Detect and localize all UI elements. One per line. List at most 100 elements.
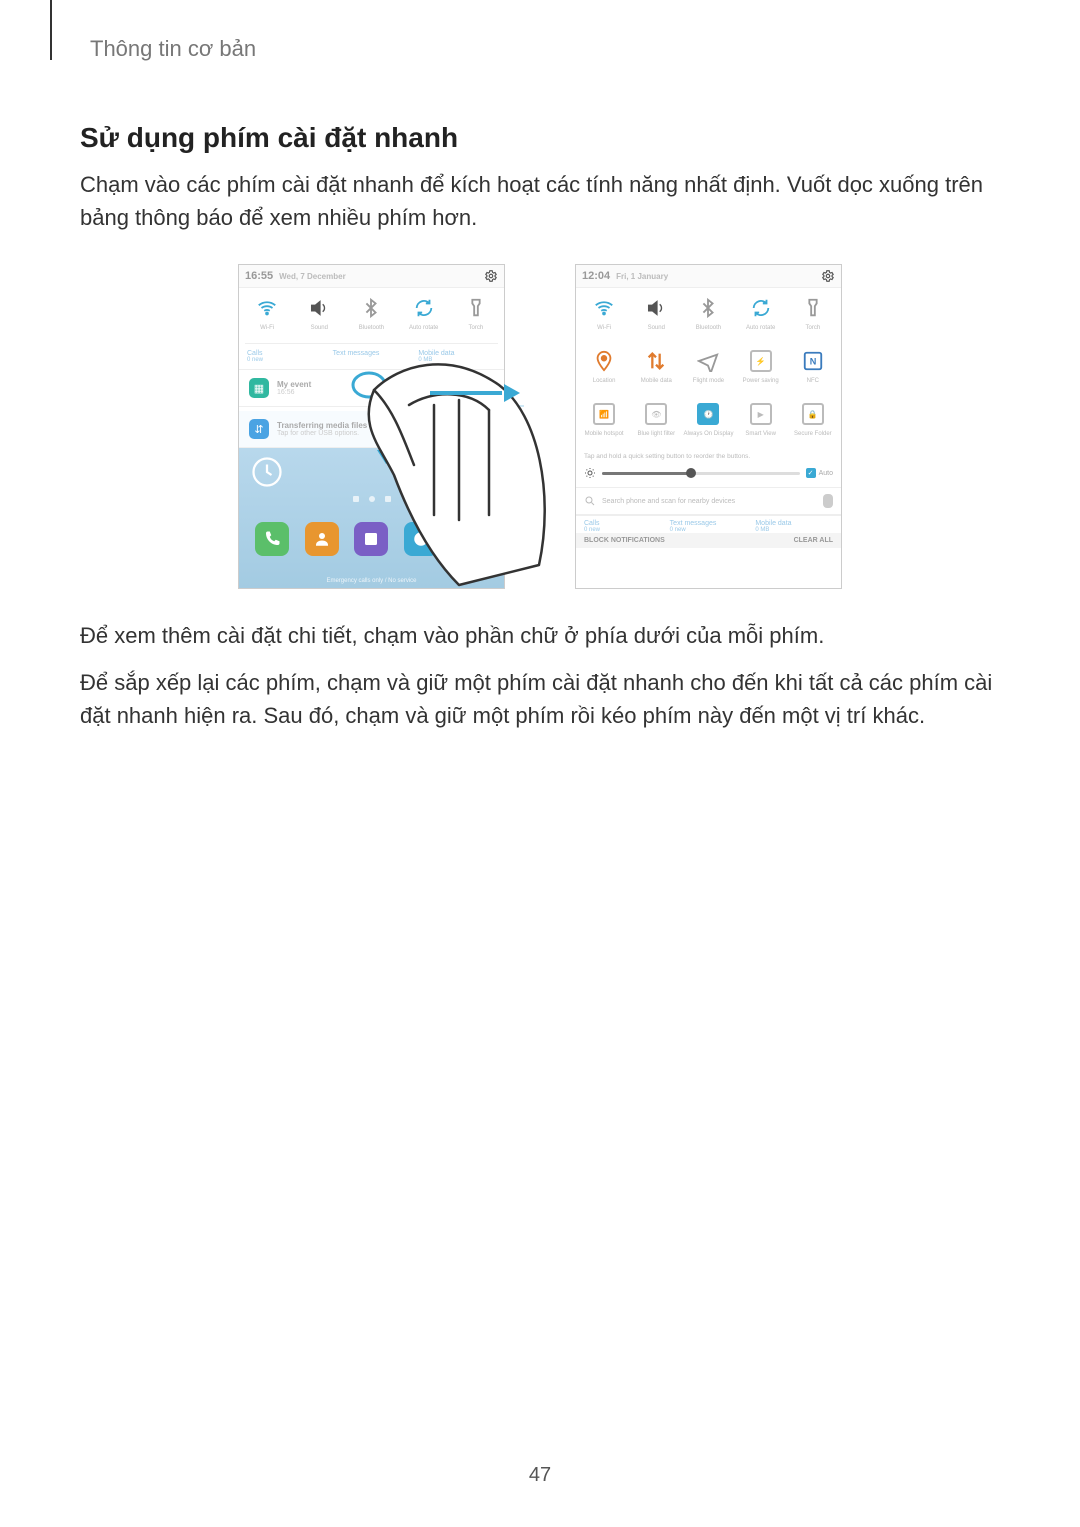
- qs-rotate[interactable]: Auto rotate: [735, 294, 787, 339]
- paragraph-detail-settings: Để xem thêm cài đặt chi tiết, chạm vào p…: [80, 619, 1000, 652]
- usage-texts[interactable]: Text messages0 new: [666, 520, 752, 533]
- browser-app-icon[interactable]: [404, 522, 438, 556]
- usage-title: Mobile data: [418, 350, 454, 357]
- brightness-slider[interactable]: ✓ Auto: [576, 463, 841, 488]
- gallery-app-icon[interactable]: [354, 522, 388, 556]
- clock-widget-icon: [249, 454, 285, 490]
- home-icon[interactable]: [369, 496, 375, 502]
- qs-label[interactable]: Power saving: [743, 378, 779, 392]
- phone-app-icon[interactable]: [255, 522, 289, 556]
- usage-strip: Calls0 new Text messages0 new Mobile dat…: [576, 515, 841, 533]
- qs-label[interactable]: Sound: [311, 325, 328, 339]
- qs-flight-mode[interactable]: Flight mode: [682, 347, 734, 392]
- folder-lock-icon: 🔒: [799, 400, 827, 428]
- qs-label[interactable]: Wi-Fi: [597, 325, 611, 339]
- qs-secure-folder[interactable]: 🔒 Secure Folder: [787, 400, 839, 445]
- sound-icon: [305, 294, 333, 322]
- home-dock: Emergency calls only / No service: [239, 448, 504, 588]
- usage-sub: 0 MB: [418, 357, 432, 363]
- qs-label[interactable]: Sound: [648, 325, 665, 339]
- rotate-icon: [410, 294, 438, 322]
- qs-power-saving[interactable]: ⚡ Power saving: [735, 347, 787, 392]
- slider-track[interactable]: [602, 472, 800, 475]
- swipe-down-arrow-icon: [379, 405, 391, 465]
- qs-hotspot[interactable]: 📶Mobile hotspot: [578, 400, 630, 445]
- qs-label[interactable]: Flight mode: [693, 378, 724, 392]
- auto-brightness-toggle[interactable]: ✓ Auto: [806, 468, 833, 478]
- qs-sound[interactable]: Sound: [630, 294, 682, 339]
- quick-settings-row-1: Wi-Fi Sound Bluetooth Auto rotate Torch: [576, 288, 841, 341]
- quick-settings-row-3: 📶Mobile hotspot 👁Blue light filter 🕐 Alwa…: [576, 394, 841, 447]
- qs-label[interactable]: Always On Display: [683, 431, 733, 445]
- qs-label[interactable]: Smart View: [745, 431, 776, 445]
- qs-blue-light[interactable]: 👁Blue light filter: [630, 400, 682, 445]
- date-text: Fri, 1 January: [616, 272, 821, 281]
- nav-buttons[interactable]: [239, 496, 504, 502]
- brightness-icon: [584, 467, 596, 479]
- qs-label[interactable]: Auto rotate: [409, 325, 438, 339]
- paragraph-reorder: Để sắp xếp lại các phím, chạm và giữ một…: [80, 666, 1000, 732]
- section-title: Sử dụng phím cài đặt nhanh: [80, 122, 1000, 154]
- emergency-text: Emergency calls only / No service: [239, 578, 504, 584]
- qs-label[interactable]: Bluetooth: [359, 325, 384, 339]
- usage-strip: Calls 0 new Text messages Mobile data 0 …: [239, 346, 504, 370]
- block-notifications-button[interactable]: BLOCK NOTIFICATIONS: [584, 537, 665, 544]
- search-bar[interactable]: Search phone and scan for nearby devices: [576, 488, 841, 515]
- qs-sound[interactable]: Sound: [293, 294, 345, 339]
- usage-data[interactable]: Mobile data 0 MB: [414, 350, 500, 363]
- annotation-underline: [379, 405, 524, 407]
- qs-label[interactable]: Wi-Fi: [260, 325, 274, 339]
- qs-label[interactable]: Bluetooth: [696, 325, 721, 339]
- settings-gear-icon[interactable]: [821, 269, 835, 283]
- header-rule: [50, 0, 52, 60]
- qs-aod[interactable]: 🕐 Always On Display: [682, 400, 734, 445]
- clock-text: 12:04: [582, 270, 610, 282]
- qs-torch[interactable]: Torch: [450, 294, 502, 339]
- usage-title: Calls: [247, 350, 263, 357]
- qs-label[interactable]: Mobile data: [641, 378, 672, 392]
- qs-nfc[interactable]: NNFC: [787, 347, 839, 392]
- clock-icon: 🕐: [694, 400, 722, 428]
- qs-label[interactable]: Location: [593, 378, 616, 392]
- qs-wifi[interactable]: Wi-Fi: [578, 294, 630, 339]
- checkbox-icon: ✓: [806, 468, 816, 478]
- battery-icon: ⚡: [747, 347, 775, 375]
- qs-location[interactable]: Location: [578, 347, 630, 392]
- page-number: 47: [0, 1464, 1080, 1487]
- usage-calls[interactable]: Calls 0 new: [243, 350, 329, 363]
- back-icon[interactable]: [385, 496, 391, 502]
- qs-label[interactable]: Blue light filter: [637, 431, 675, 445]
- qs-label[interactable]: Mobile hotspot: [585, 431, 624, 445]
- qs-wifi[interactable]: Wi-Fi: [241, 294, 293, 339]
- notif-title: My event: [277, 380, 311, 389]
- settings-gear-icon[interactable]: [484, 269, 498, 283]
- qs-label[interactable]: NFC: [807, 378, 819, 392]
- qs-smart-view[interactable]: ▶Smart View: [735, 400, 787, 445]
- usage-texts[interactable]: Text messages: [329, 350, 415, 363]
- mic-icon[interactable]: [823, 494, 833, 508]
- quick-settings-row: Wi-Fi Sound Bluetooth: [239, 288, 504, 341]
- contacts-app-icon[interactable]: [305, 522, 339, 556]
- notification-text: My event 16:56: [277, 380, 311, 396]
- apps-drawer-icon[interactable]: [454, 522, 488, 556]
- qs-label[interactable]: Auto rotate: [746, 325, 775, 339]
- qs-label[interactable]: Secure Folder: [794, 431, 832, 445]
- quick-settings-row-2: Location Mobile data Flight mode ⚡ Power …: [576, 341, 841, 394]
- recent-icon[interactable]: [353, 496, 359, 502]
- phone-screenshot-expanded: 12:04 Fri, 1 January Wi-Fi Sound Bluetoo…: [575, 264, 842, 589]
- clear-all-button[interactable]: CLEAR ALL: [794, 537, 833, 544]
- clock-text: 16:55: [245, 270, 273, 282]
- sound-icon: [642, 294, 670, 322]
- qs-label[interactable]: Torch: [469, 325, 484, 339]
- usage-calls[interactable]: Calls0 new: [580, 520, 666, 533]
- bluetooth-icon: [357, 294, 385, 322]
- qs-label[interactable]: Torch: [806, 325, 821, 339]
- qs-mobile-data[interactable]: Mobile data: [630, 347, 682, 392]
- qs-rotate[interactable]: Auto rotate: [398, 294, 450, 339]
- usage-data[interactable]: Mobile data0 MB: [751, 520, 837, 533]
- qs-bluetooth[interactable]: Bluetooth: [682, 294, 734, 339]
- slider-thumb[interactable]: [686, 468, 696, 478]
- qs-torch[interactable]: Torch: [787, 294, 839, 339]
- notification-card[interactable]: ⇵ Transferring media files via USB Tap f…: [239, 411, 504, 448]
- qs-bluetooth[interactable]: Bluetooth: [345, 294, 397, 339]
